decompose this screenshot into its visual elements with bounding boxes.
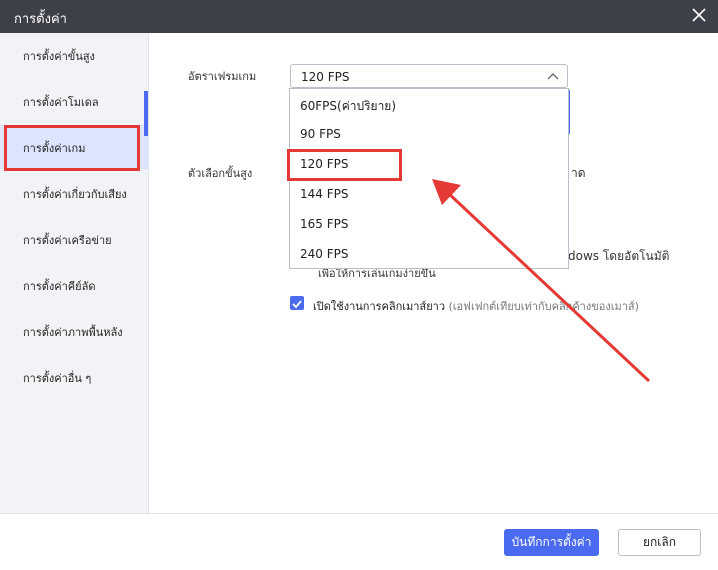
sidebar-item-label: การตั้งค่าขั้นสูง bbox=[23, 50, 95, 63]
sidebar-item-label: การตั้งค่าเกี่ยวกับเสียง bbox=[23, 188, 127, 201]
sidebar-item-network[interactable]: การตั้งค่าเครือข่าย bbox=[0, 217, 148, 261]
chevron-up-icon bbox=[547, 73, 559, 80]
save-button[interactable]: บันทึกการตั้งค่า bbox=[504, 529, 599, 556]
sidebar-item-sound[interactable]: การตั้งค่าเกี่ยวกับเสียง bbox=[0, 171, 148, 215]
title-bar: การตั้งค่า bbox=[0, 0, 718, 33]
mouse-option-note: (เอฟเฟกต์เทียบเท่ากับคลิกค้างของเมาส์) bbox=[448, 300, 639, 313]
highlight-box-120fps bbox=[287, 149, 402, 181]
sidebar-item-other[interactable]: การตั้งค่าอื่น ๆ bbox=[0, 355, 148, 399]
hidden-option-text: dows โดยอัตโนมัติ bbox=[568, 249, 670, 263]
sidebar: การตั้งค่าขั้นสูง การตั้งค่าโมเดล การตั้… bbox=[0, 33, 149, 513]
sidebar-item-shortcut[interactable]: การตั้งค่าคีย์ลัด bbox=[0, 263, 148, 307]
frame-rate-value: 120 FPS bbox=[301, 70, 350, 84]
sidebar-item-label: การตั้งค่าคีย์ลัด bbox=[23, 280, 96, 293]
sidebar-item-label: การตั้งค่าเครือข่าย bbox=[23, 234, 112, 247]
sidebar-item-label: การตั้งค่าโมเดล bbox=[23, 96, 99, 109]
active-indicator bbox=[144, 91, 148, 136]
advanced-label: ตัวเลือกขั้นสูง bbox=[188, 167, 253, 180]
fps-option-165[interactable]: 165 FPS bbox=[300, 217, 348, 231]
window-title: การตั้งค่า bbox=[14, 12, 67, 27]
sidebar-item-label: การตั้งค่าอื่น ๆ bbox=[23, 372, 92, 385]
sidebar-item-model[interactable]: การตั้งค่าโมเดล bbox=[0, 79, 148, 123]
frame-rate-select[interactable]: 120 FPS bbox=[290, 64, 568, 88]
mouse-option-text: เปิดใช้งานการคลิกเมาส์ยาว bbox=[313, 300, 445, 313]
fps-option-240[interactable]: 240 FPS bbox=[300, 247, 348, 261]
cancel-button[interactable]: ยกเลิก bbox=[618, 529, 701, 556]
mouse-option-label: เปิดใช้งานการคลิกเมาส์ยาว (เอฟเฟกต์เทียบ… bbox=[313, 297, 639, 315]
footer-divider bbox=[0, 513, 718, 514]
check-icon bbox=[292, 300, 302, 309]
sidebar-item-advanced[interactable]: การตั้งค่าขั้นสูง bbox=[0, 33, 148, 77]
highlight-box-game bbox=[4, 125, 140, 171]
fps-option-90[interactable]: 90 FPS bbox=[300, 127, 341, 141]
frame-rate-label: อัตราเฟรมเกม bbox=[188, 70, 257, 83]
sidebar-item-label: การตั้งค่าภาพพื้นหลัง bbox=[23, 326, 123, 339]
fps-option-144[interactable]: 144 FPS bbox=[300, 187, 348, 201]
close-icon[interactable] bbox=[690, 6, 708, 24]
hidden-option-text: าด bbox=[571, 166, 586, 180]
sidebar-item-background[interactable]: การตั้งค่าภาพพื้นหลัง bbox=[0, 309, 148, 353]
mouse-long-click-checkbox[interactable] bbox=[290, 296, 304, 310]
fps-option-60[interactable]: 60FPS(ค่าปริยาย) bbox=[300, 97, 396, 116]
